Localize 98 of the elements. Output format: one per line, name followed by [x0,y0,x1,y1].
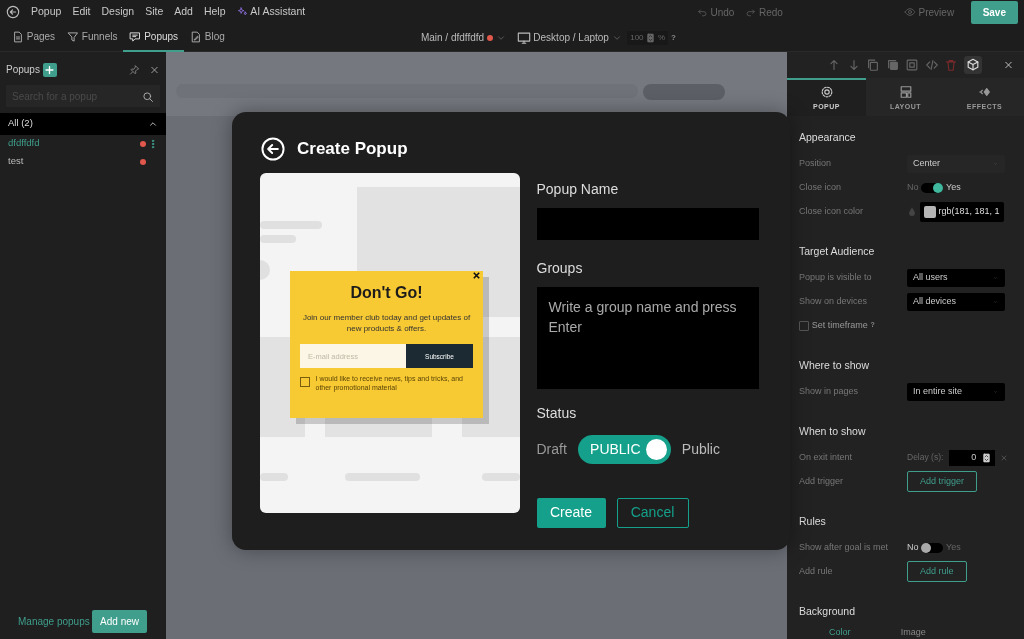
tab[interactable]: Pages [6,23,62,52]
checkbox-label: Set timeframe [811,318,868,332]
setting-label: Add rule [799,564,834,578]
popup-heading: Don't Go! [349,283,424,303]
outline-button[interactable]: Add rule [907,560,967,583]
cube-icon [965,58,980,73]
add-popup-button[interactable] [42,62,57,77]
close-icon[interactable] [472,271,481,280]
chat-icon [129,29,142,44]
setting-label: On exit intent [799,450,854,464]
field-label: Status [536,404,578,423]
checkbox[interactable] [799,320,809,331]
ai-assistant-menu[interactable]: AI Assistant [250,4,306,20]
delay-input[interactable]: 0 [948,449,995,466]
status-option-label: Public [681,439,720,459]
setting-label: Close icon color [799,204,865,218]
section-title: Appearance [799,129,857,145]
setting-label: Close icon [799,180,843,194]
popup-list-item[interactable]: test [0,152,166,171]
group-header[interactable]: All (2) [0,112,166,135]
setting-label: Add trigger [799,474,845,488]
dropdown[interactable]: In entire site [907,382,1005,401]
stepper-icon [981,450,991,465]
section-title: When to show [799,423,867,439]
section-title: Target Audience [799,243,876,259]
field-label: Popup Name [536,180,620,199]
dropdown[interactable]: All devices [907,292,1005,311]
eye-icon[interactable] [903,5,916,19]
menu-item[interactable]: Edit [72,4,91,20]
groups-input-field[interactable]: Write a group name and press Enter [536,287,759,389]
background-tab[interactable]: Image [900,625,976,639]
stepper-icon[interactable] [646,30,656,45]
popup-name: test [8,154,25,169]
setting-label: Position [799,156,833,170]
section-title: Rules [799,513,827,529]
setting-label: Popup is visible to [799,270,873,284]
back-icon[interactable] [6,5,20,19]
menu-item[interactable]: Design [101,4,135,20]
dialog-title: Create Popup [297,138,408,160]
status-option-label: Draft [536,439,567,459]
setting-label: Show in pages [799,384,860,398]
device-selector[interactable]: Desktop / Laptop [533,30,609,45]
toggle-label: No [907,180,919,194]
setting-label: Show after goal is met [799,540,890,554]
manage-popups-link[interactable]: Manage popups [18,614,90,629]
trash-icon[interactable] [944,58,958,73]
panel-title: Popups [6,63,40,77]
arrow-up-icon[interactable] [827,58,841,73]
zoom-unit: % [658,31,666,44]
monitor-icon [516,30,531,45]
menu-item[interactable]: Site [145,4,164,20]
help-mark[interactable]: ? [670,31,676,44]
field-label: Groups [536,259,584,278]
background-tab[interactable]: Color [829,625,901,639]
section-title: Where to show [799,357,871,373]
popup-text: Join our member club today and get updates of new products & offers. [301,312,472,335]
popup-list-item[interactable]: dfdffdfd [0,134,166,153]
dropdown[interactable]: Center [907,154,1005,173]
component-button[interactable] [963,56,982,75]
outline-button[interactable]: Add trigger [907,470,978,493]
status-dot [140,140,146,147]
setting-label: Show on devices [799,294,869,308]
document-edit-icon [190,29,203,44]
group-label: All (2) [8,116,33,131]
menu-item[interactable]: Help [203,4,226,20]
search-icon[interactable] [142,90,154,104]
pin-icon[interactable] [129,62,141,77]
frame-icon[interactable] [905,58,919,73]
dropdown[interactable]: All users [907,268,1005,287]
tab[interactable]: Funnels [61,23,124,52]
caret-icon [992,299,999,304]
code-icon[interactable] [924,58,939,73]
name-input-field[interactable] [536,208,759,240]
page-selector[interactable]: Main / dfdffdfd [420,30,485,45]
copy-icon[interactable] [866,58,880,73]
toggle-switch[interactable] [921,182,944,193]
unsaved-dot [486,34,493,41]
gear-icon [819,85,834,100]
checkbox[interactable] [300,376,310,387]
layout-icon [898,85,913,100]
duplicate-icon[interactable] [885,58,900,73]
toggle-switch[interactable] [921,542,944,553]
menu-item[interactable]: Popup [31,4,62,20]
caret-icon [992,275,999,280]
color-field[interactable]: rgb(181, 181, 1 [919,201,1004,222]
popup-name: dfdffdfd [8,136,41,151]
funnel-icon [67,29,80,44]
delay-label: Delay (s): [907,451,944,464]
status-dot [140,158,146,165]
section-title: Background [799,603,857,619]
menu-item[interactable]: Add [174,4,193,20]
cancel-button[interactable]: Cancel [616,497,689,528]
page-icon [12,29,24,44]
toggle-label: No [907,540,919,554]
toggle-label: Yes [946,180,961,194]
caret-icon [992,389,999,394]
tab[interactable]: Blog [184,23,231,52]
toggle-label: Yes [946,540,961,554]
